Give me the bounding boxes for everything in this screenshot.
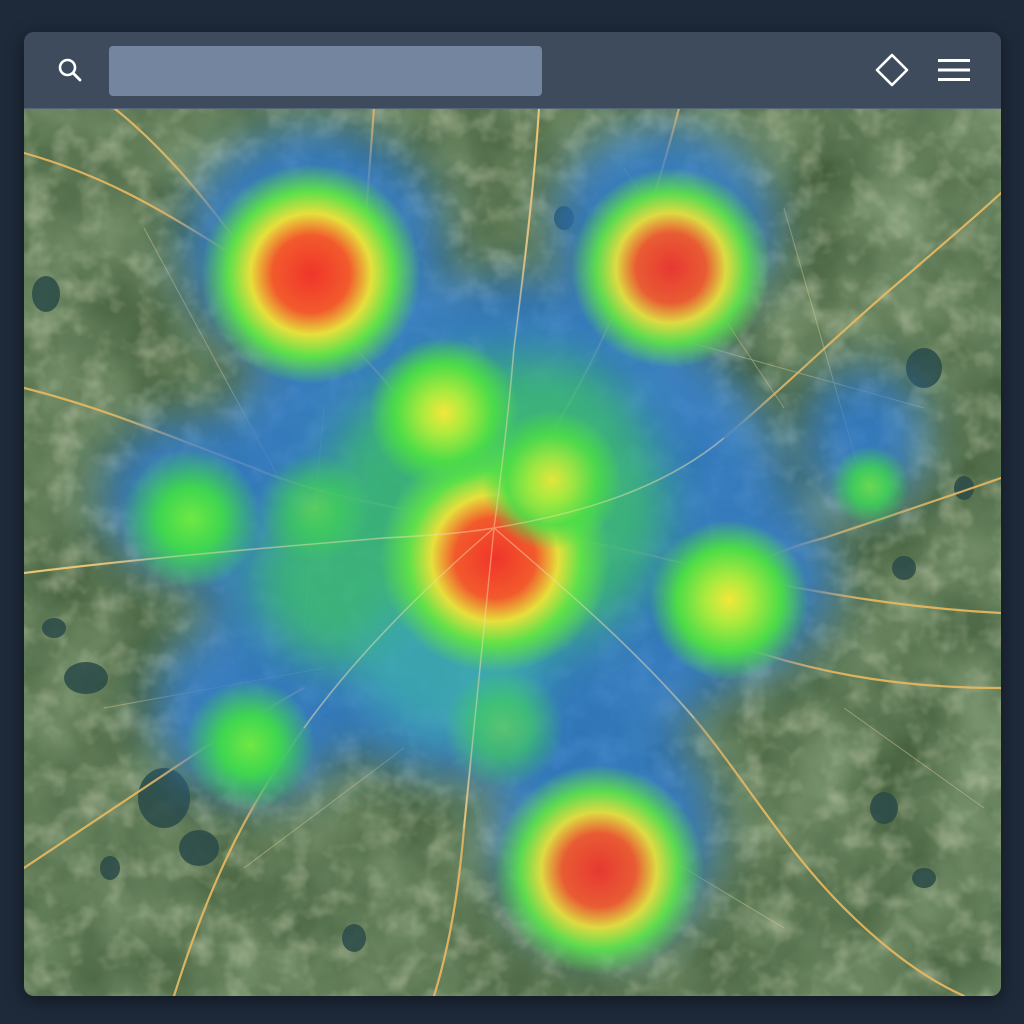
hotspot-north-east (571, 168, 771, 368)
hotspot-south-center (444, 668, 564, 788)
map-app-window (24, 32, 1001, 996)
menu-button[interactable] (930, 46, 978, 94)
search-button[interactable] (46, 46, 94, 94)
hotspot-west-center (259, 453, 369, 563)
diamond-layers-icon (875, 53, 909, 87)
hotspot-far-east (830, 446, 910, 526)
hotspot-east (649, 520, 809, 680)
search-icon (58, 58, 82, 82)
map-toolbar (24, 32, 1001, 109)
hotspot-north-west (201, 164, 421, 384)
hotspot-south (494, 765, 704, 975)
search-input[interactable] (109, 46, 542, 96)
hotspot-south-west (185, 680, 315, 810)
heatmap-map-view[interactable] (24, 108, 1001, 996)
hamburger-menu-icon (938, 59, 970, 81)
hotspot-center-east (482, 410, 622, 550)
hotspot-west (121, 449, 261, 589)
layers-button[interactable] (868, 46, 916, 94)
